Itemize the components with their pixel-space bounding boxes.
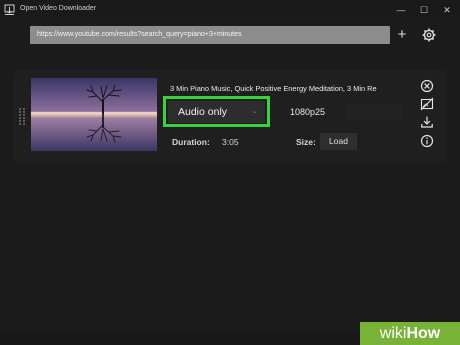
gear-icon[interactable] bbox=[421, 27, 437, 43]
url-input-value: https://www.youtube.com/results?search_q… bbox=[37, 31, 242, 38]
title-bar: Open Video Downloader — ☐ ✕ bbox=[0, 0, 460, 20]
app-title: Open Video Downloader bbox=[20, 5, 97, 12]
load-size-button[interactable]: Load bbox=[320, 133, 357, 150]
close-window-button[interactable]: ✕ bbox=[436, 0, 458, 20]
info-icon[interactable] bbox=[420, 134, 434, 148]
drag-handle-icon[interactable] bbox=[18, 107, 26, 125]
maximize-button[interactable]: ☐ bbox=[413, 0, 435, 20]
duration-value: 3:05 bbox=[222, 137, 239, 147]
wikihow-watermark: wikiHow bbox=[360, 322, 460, 345]
watermark-how: How bbox=[406, 325, 441, 342]
format-select[interactable]: Audio only ⌄ bbox=[168, 101, 265, 123]
quality-select-value: 1080p25 bbox=[290, 107, 326, 117]
chevron-down-icon: ⌄ bbox=[252, 108, 258, 115]
close-circle-icon[interactable] bbox=[420, 79, 434, 93]
minimize-button[interactable]: — bbox=[390, 0, 412, 20]
video-title: 3 Min Piano Music, Quick Positive Energy… bbox=[170, 84, 377, 93]
add-video-button[interactable]: + bbox=[394, 25, 410, 45]
video-thumbnail bbox=[31, 78, 157, 151]
duration-label: Duration: bbox=[172, 137, 210, 147]
no-image-icon[interactable] bbox=[420, 97, 434, 111]
watermark-wiki: wiki bbox=[379, 325, 407, 342]
quality-dropdown-area[interactable] bbox=[346, 105, 402, 119]
app-logo-icon bbox=[4, 4, 15, 15]
size-label: Size: bbox=[296, 137, 316, 147]
download-icon[interactable] bbox=[420, 115, 434, 129]
format-select-value: Audio only bbox=[178, 106, 228, 118]
url-input[interactable]: https://www.youtube.com/results?search_q… bbox=[30, 26, 390, 44]
quality-select[interactable]: 1080p25 bbox=[286, 101, 404, 123]
